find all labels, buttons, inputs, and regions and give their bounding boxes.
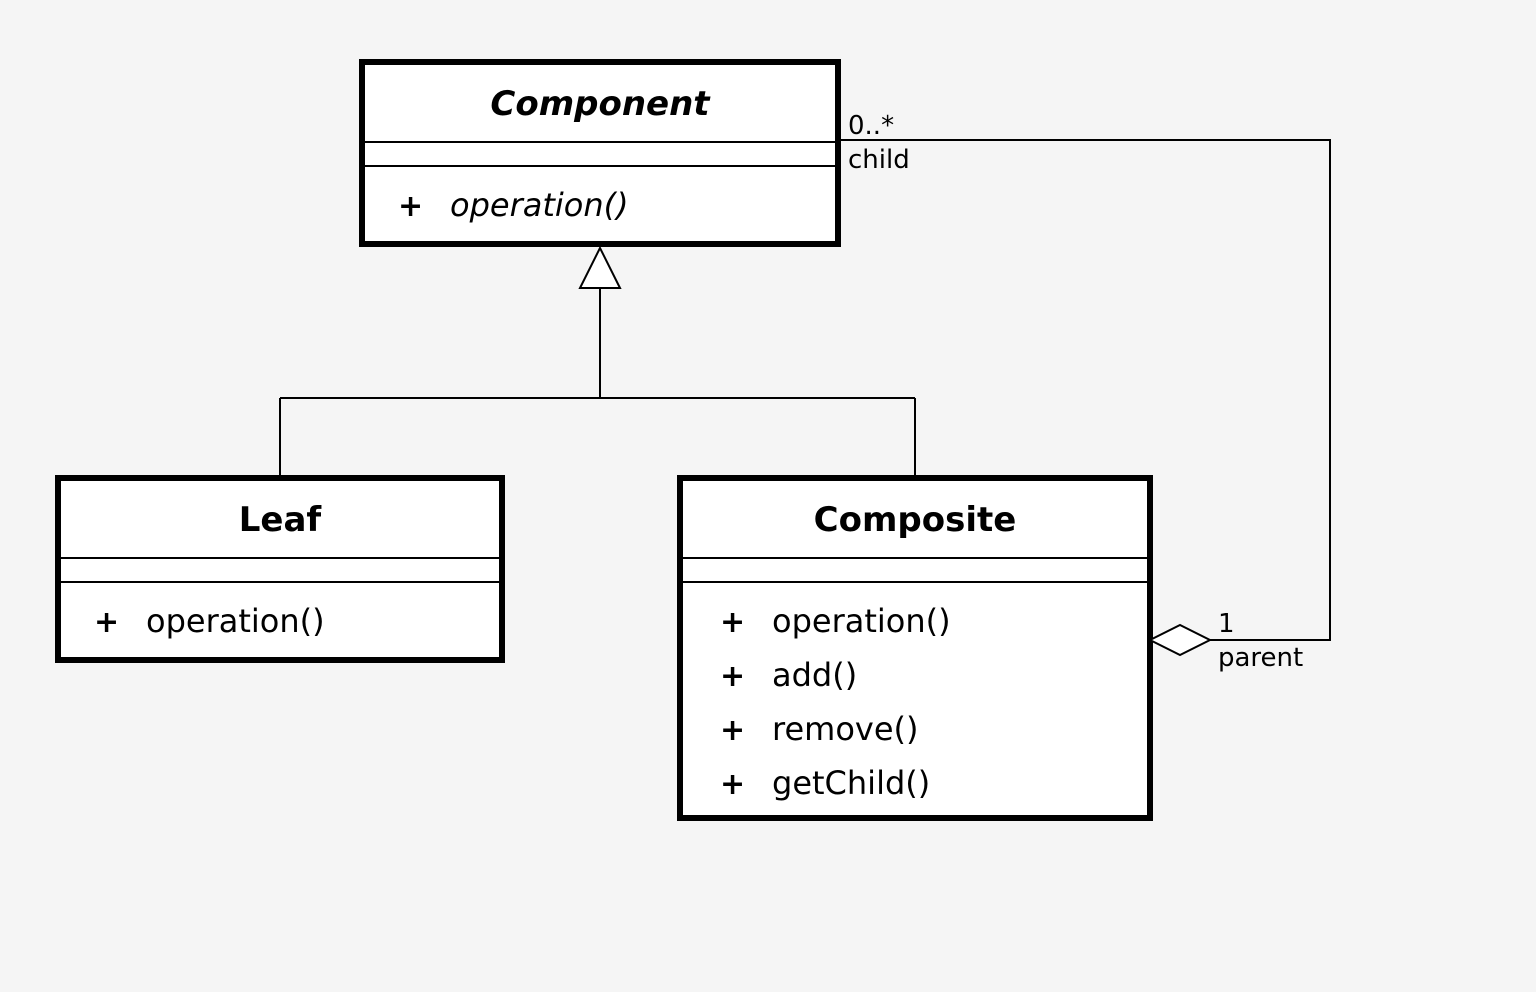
composite-op-0: operation() <box>772 602 951 640</box>
visibility-plus: + <box>720 659 745 694</box>
component-title: Component <box>490 84 711 124</box>
uml-diagram: Component + operation() Leaf + operation… <box>0 0 1536 992</box>
class-component: Component + operation() <box>362 62 838 244</box>
class-composite: Composite + operation() + add() + remove… <box>680 478 1150 818</box>
visibility-plus: + <box>720 605 745 640</box>
child-multiplicity: 0..* <box>848 111 894 141</box>
composite-title: Composite <box>814 500 1017 540</box>
leaf-op-0: operation() <box>146 602 325 640</box>
class-leaf: Leaf + operation() <box>58 478 502 660</box>
visibility-plus: + <box>94 605 119 640</box>
composite-op-3: getChild() <box>772 764 930 802</box>
component-op-0: operation() <box>450 186 629 224</box>
leaf-title: Leaf <box>239 500 323 540</box>
child-role: child <box>848 145 910 175</box>
generalization <box>280 248 915 478</box>
composite-op-2: remove() <box>772 710 918 748</box>
visibility-plus: + <box>720 713 745 748</box>
parent-role: parent <box>1218 643 1303 673</box>
parent-multiplicity: 1 <box>1218 609 1235 639</box>
composite-op-1: add() <box>772 656 857 694</box>
visibility-plus: + <box>398 189 423 224</box>
visibility-plus: + <box>720 767 745 802</box>
